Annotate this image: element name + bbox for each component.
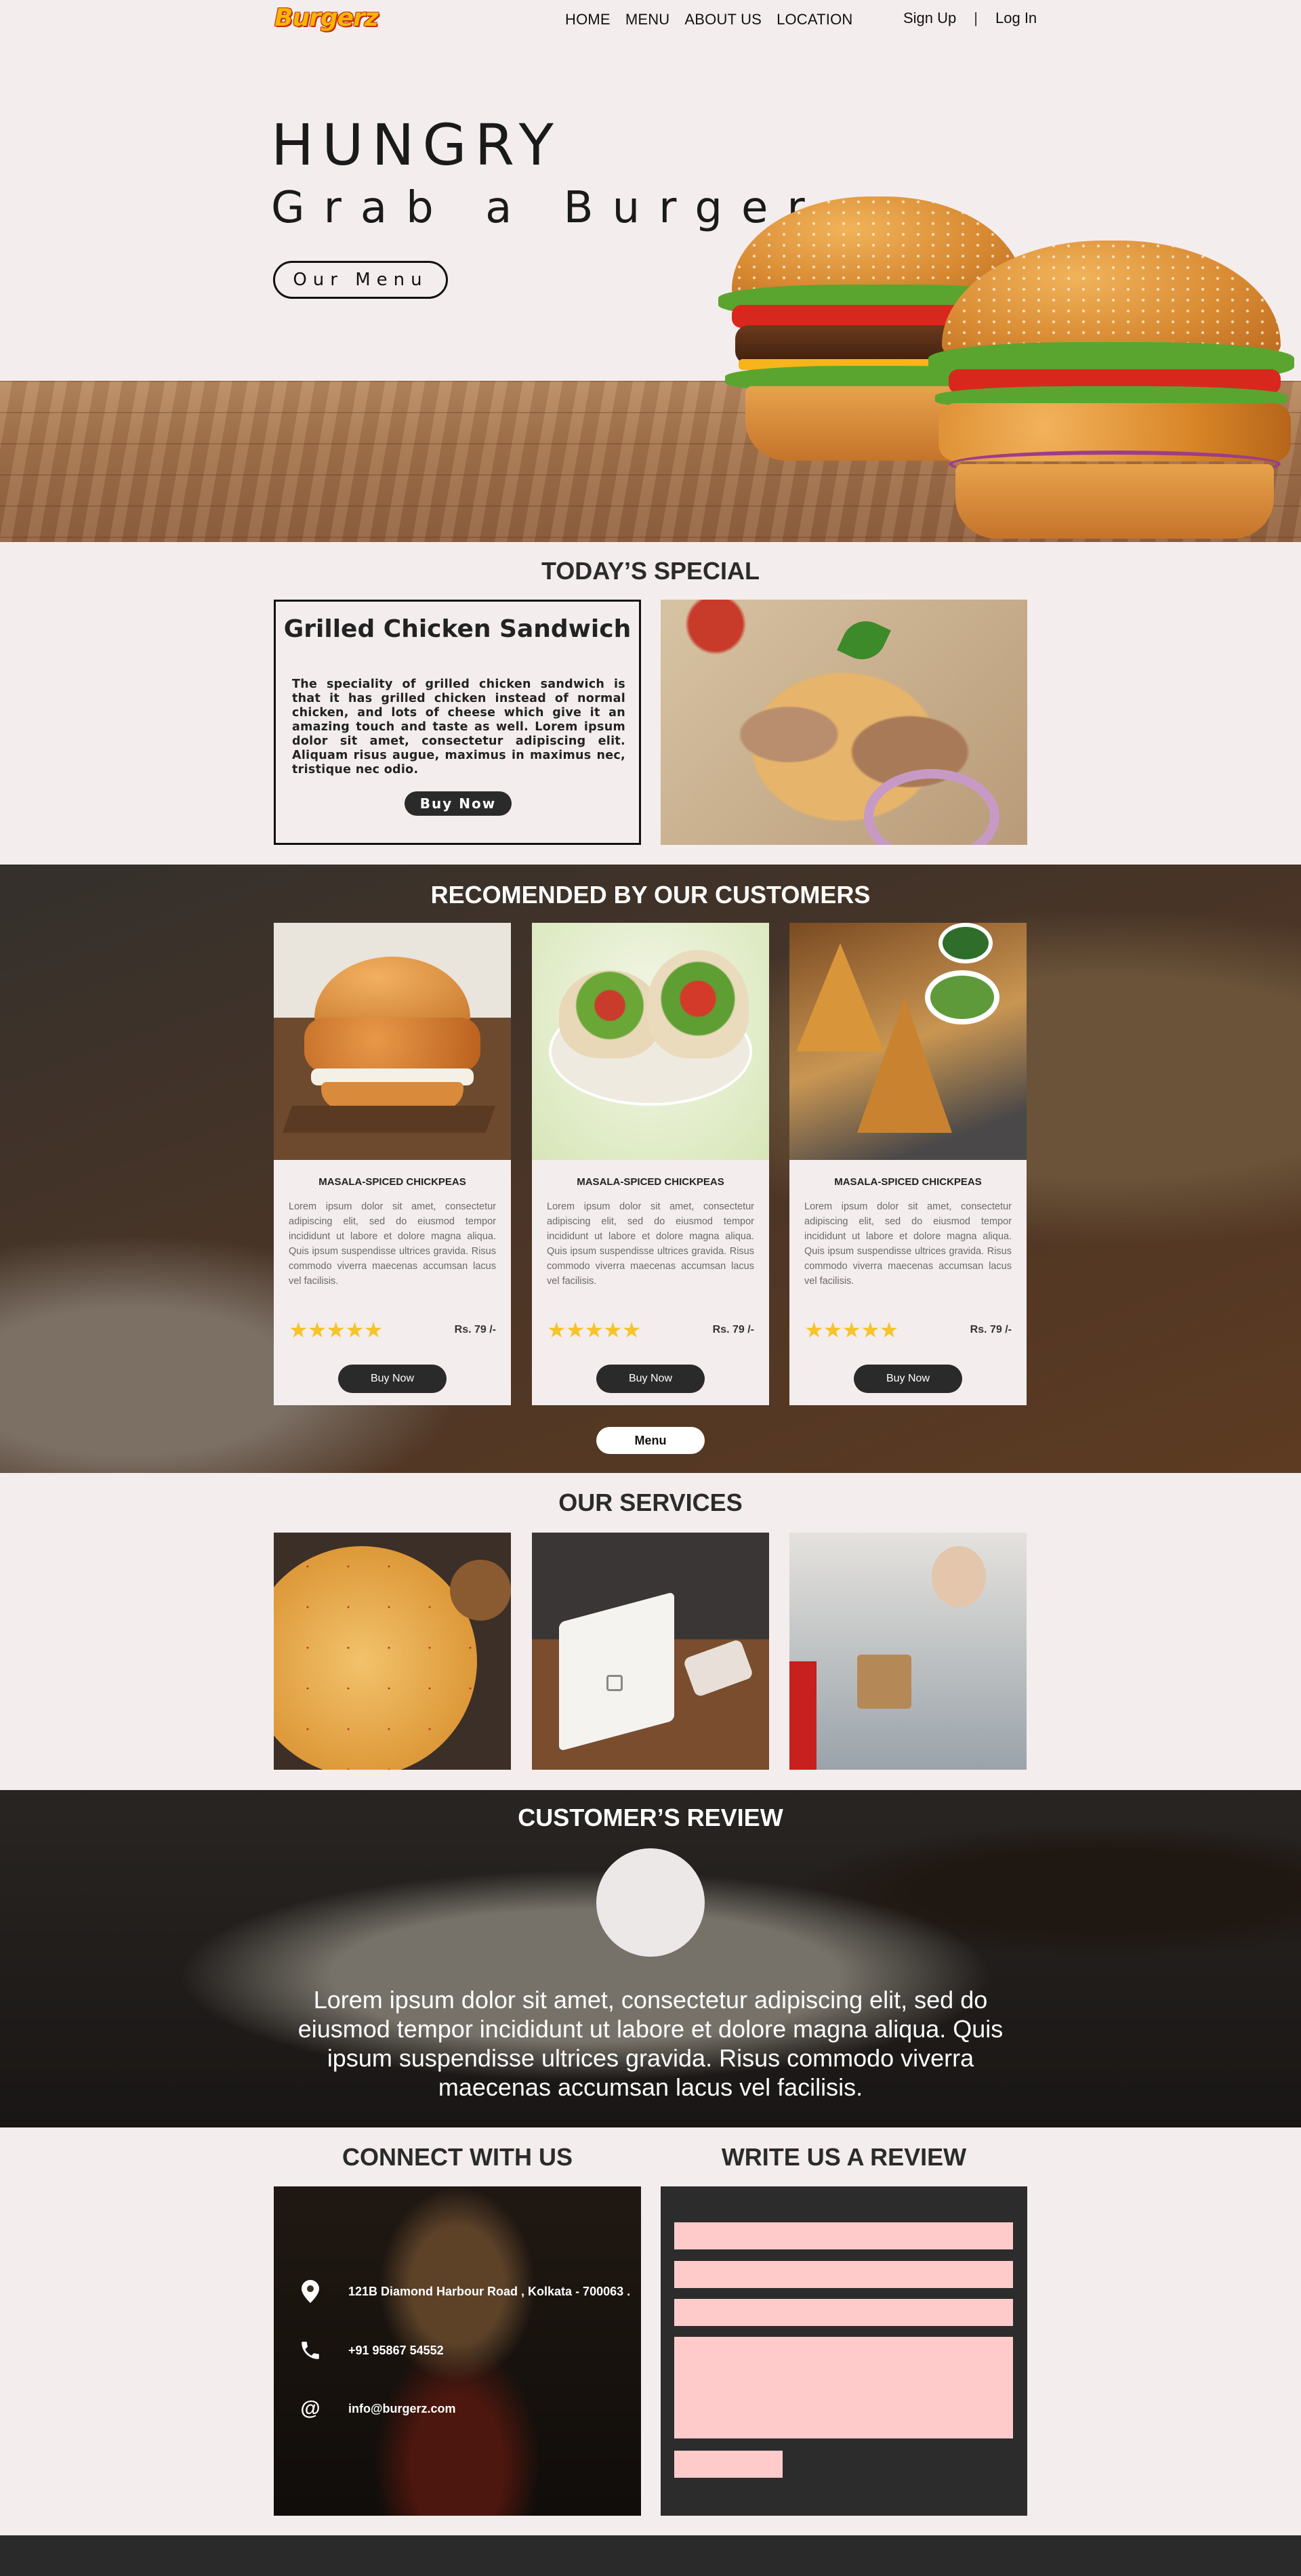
hero-title: HUNGRY [271,112,562,178]
special-buy-now-button[interactable]: Buy Now [405,791,512,816]
hero-burger-front [928,241,1301,539]
top-nav: Burgerz HOME MENU ABOUT US LOCATION Sign… [0,0,1301,41]
nav-item-about-us[interactable]: ABOUT US [684,11,762,28]
submit-button[interactable] [674,2451,783,2478]
email-field[interactable] [674,2261,1013,2288]
product-name: MASALA-SPICED CHICKPEAS [577,1176,724,1188]
nav-item-home[interactable]: HOME [565,11,611,28]
footer [0,2535,1301,2576]
todays-special-title: TODAY’S SPECIAL [541,557,760,585]
review-title: CUSTOMER’S REVIEW [518,1804,783,1831]
star-rating: ★★★★★ [804,1318,899,1342]
page: Burgerz HOME MENU ABOUT US LOCATION Sign… [0,0,1301,2576]
phone-text[interactable]: +91 95867 54552 [348,2344,444,2358]
menu-button[interactable]: Menu [596,1427,705,1454]
review-form [661,2186,1027,2516]
special-dish-image [661,600,1027,845]
at-icon: @ [300,2397,321,2419]
nav-item-menu[interactable]: MENU [625,11,670,28]
product-name: MASALA-SPICED CHICKPEAS [834,1176,982,1188]
phone-row: +91 95867 54552 [297,2337,444,2364]
recommended-title: RECOMENDED BY OUR CUSTOMERS [430,881,871,909]
pizza-service-image [274,1533,511,1770]
special-card: Grilled Chicken Sandwich The speciality … [274,600,641,845]
name-field[interactable] [674,2222,1013,2249]
product-card: MASALA-SPICED CHICKPEAS Lorem ipsum dolo… [274,923,511,1405]
product-name: MASALA-SPICED CHICKPEAS [318,1176,466,1188]
subject-field[interactable] [674,2299,1013,2326]
log-in-link[interactable]: Log In [995,9,1037,27]
product-description: Lorem ipsum dolor sit amet, consectetur … [547,1201,754,1287]
write-review-title: WRITE US A REVIEW [721,2143,967,2171]
wrap-image [532,923,769,1160]
nav-item-location[interactable]: LOCATION [777,11,852,28]
samosa-image [789,923,1027,1160]
takeaway-service-image [789,1533,1027,1770]
email-row: @ info@burgerz.com [297,2395,456,2422]
card-payment-service-image [532,1533,769,1770]
product-price: Rs. 79 /- [712,1324,754,1335]
address-row: 121B Diamond Harbour Road , Kolkata - 70… [297,2278,630,2305]
review-textarea[interactable] [674,2337,1013,2438]
review-text: Lorem ipsum dolor sit amet, consectetur … [297,1986,1004,2101]
buy-now-button[interactable]: Buy Now [854,1365,962,1393]
contact-card: 121B Diamond Harbour Road , Kolkata - 70… [274,2186,641,2516]
auth-separator: | [974,9,978,26]
nav-menu: HOME MENU ABOUT US LOCATION [565,11,868,28]
special-description: The speciality of grilled chicken sandwi… [292,678,625,776]
customer-avatar [596,1848,705,1957]
address-text: 121B Diamond Harbour Road , Kolkata - 70… [348,2284,631,2298]
product-price: Rs. 79 /- [970,1324,1012,1335]
phone-icon [297,2337,324,2364]
chicken-burger-image [274,923,511,1160]
services-title: OUR SERVICES [558,1489,743,1516]
buy-now-button[interactable]: Buy Now [338,1365,447,1393]
star-rating: ★★★★★ [289,1318,383,1342]
location-pin-icon [297,2278,324,2305]
product-description: Lorem ipsum dolor sit amet, consectetur … [804,1201,1012,1287]
connect-title: CONNECT WITH US [342,2143,573,2171]
sign-up-link[interactable]: Sign Up [903,9,956,27]
our-menu-button[interactable]: Our Menu [273,261,448,299]
product-card: MASALA-SPICED CHICKPEAS Lorem ipsum dolo… [789,923,1027,1405]
special-dish-name: Grilled Chicken Sandwich [283,615,632,643]
star-rating: ★★★★★ [547,1318,641,1342]
email-text[interactable]: info@burgerz.com [348,2402,456,2416]
product-card: MASALA-SPICED CHICKPEAS Lorem ipsum dolo… [532,923,769,1405]
brand-logo[interactable]: Burgerz [274,4,379,32]
buy-now-button[interactable]: Buy Now [596,1365,705,1393]
product-description: Lorem ipsum dolor sit amet, consectetur … [289,1201,496,1287]
auth-links: Sign Up | Log In [903,9,1037,27]
product-price: Rs. 79 /- [454,1324,496,1335]
